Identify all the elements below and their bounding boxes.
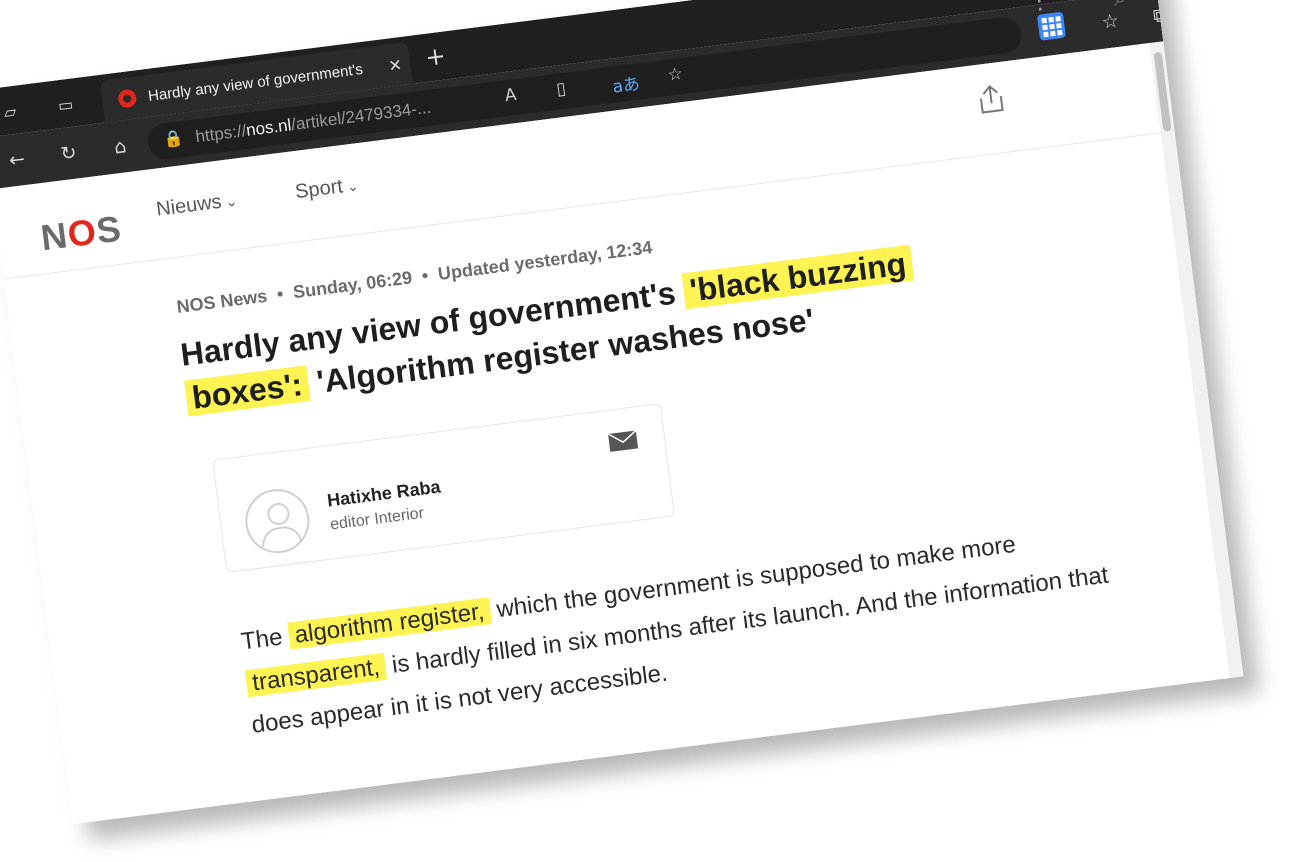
tab-close-icon[interactable]: ✕ [379,53,411,76]
highlight: algorithm register, [287,597,492,650]
nav-nieuws[interactable]: Nieuws ⌄ [155,189,239,222]
extension-grid-icon[interactable] [1036,11,1066,41]
back-icon[interactable]: ← [1,144,32,175]
read-aloud-icon[interactable]: A [504,85,518,106]
translate-icon[interactable]: aあ [611,69,641,97]
workspaces-icon[interactable]: ▱ [0,97,24,126]
highlight: 'black buzzing [681,244,914,310]
scrollbar[interactable] [1149,41,1244,679]
browser-window: ▱ ▭ Hardly any view of government's ✕ + … [0,0,1244,825]
article-source: NOS News [175,285,269,317]
chevron-down-icon: ⌄ [224,192,239,211]
highlight: transparent, [244,652,388,698]
article-published: Sunday, 06:29 [291,267,414,303]
author-name[interactable]: Hatixhe Raba [326,477,442,512]
nav-sport-label: Sport [293,175,345,204]
author-avatar-icon [241,485,314,557]
new-tab-button[interactable]: + [424,42,447,72]
collections-icon[interactable]: ⧉ [1144,0,1175,31]
nos-logo[interactable]: NOS [38,208,124,260]
mail-icon[interactable] [607,429,639,453]
highlight: boxes': [184,365,311,417]
browser-essentials-icon[interactable]: ♡ [1196,0,1227,25]
more-options-icon[interactable]: ⋮ [1026,0,1053,16]
search-icon[interactable]: ⌕ [1111,0,1129,14]
tab-actions-icon[interactable]: ▭ [51,90,80,119]
share-icon[interactable] [971,79,1011,119]
author-card[interactable]: Hatixhe Raba editor Interior [212,403,675,573]
nav-nieuws-label: Nieuws [155,190,223,221]
refresh-icon[interactable]: ↻ [53,138,84,169]
home-icon[interactable]: ⌂ [105,131,136,162]
immersive-reader-icon[interactable]: ▯ [555,79,567,100]
nos-favicon-icon [117,88,138,109]
nav-sport[interactable]: Sport ⌄ [294,173,360,204]
favorite-star-icon[interactable]: ☆ [666,64,684,86]
lock-icon[interactable]: 🔒 [163,128,185,149]
chevron-down-icon: ⌄ [345,177,360,195]
